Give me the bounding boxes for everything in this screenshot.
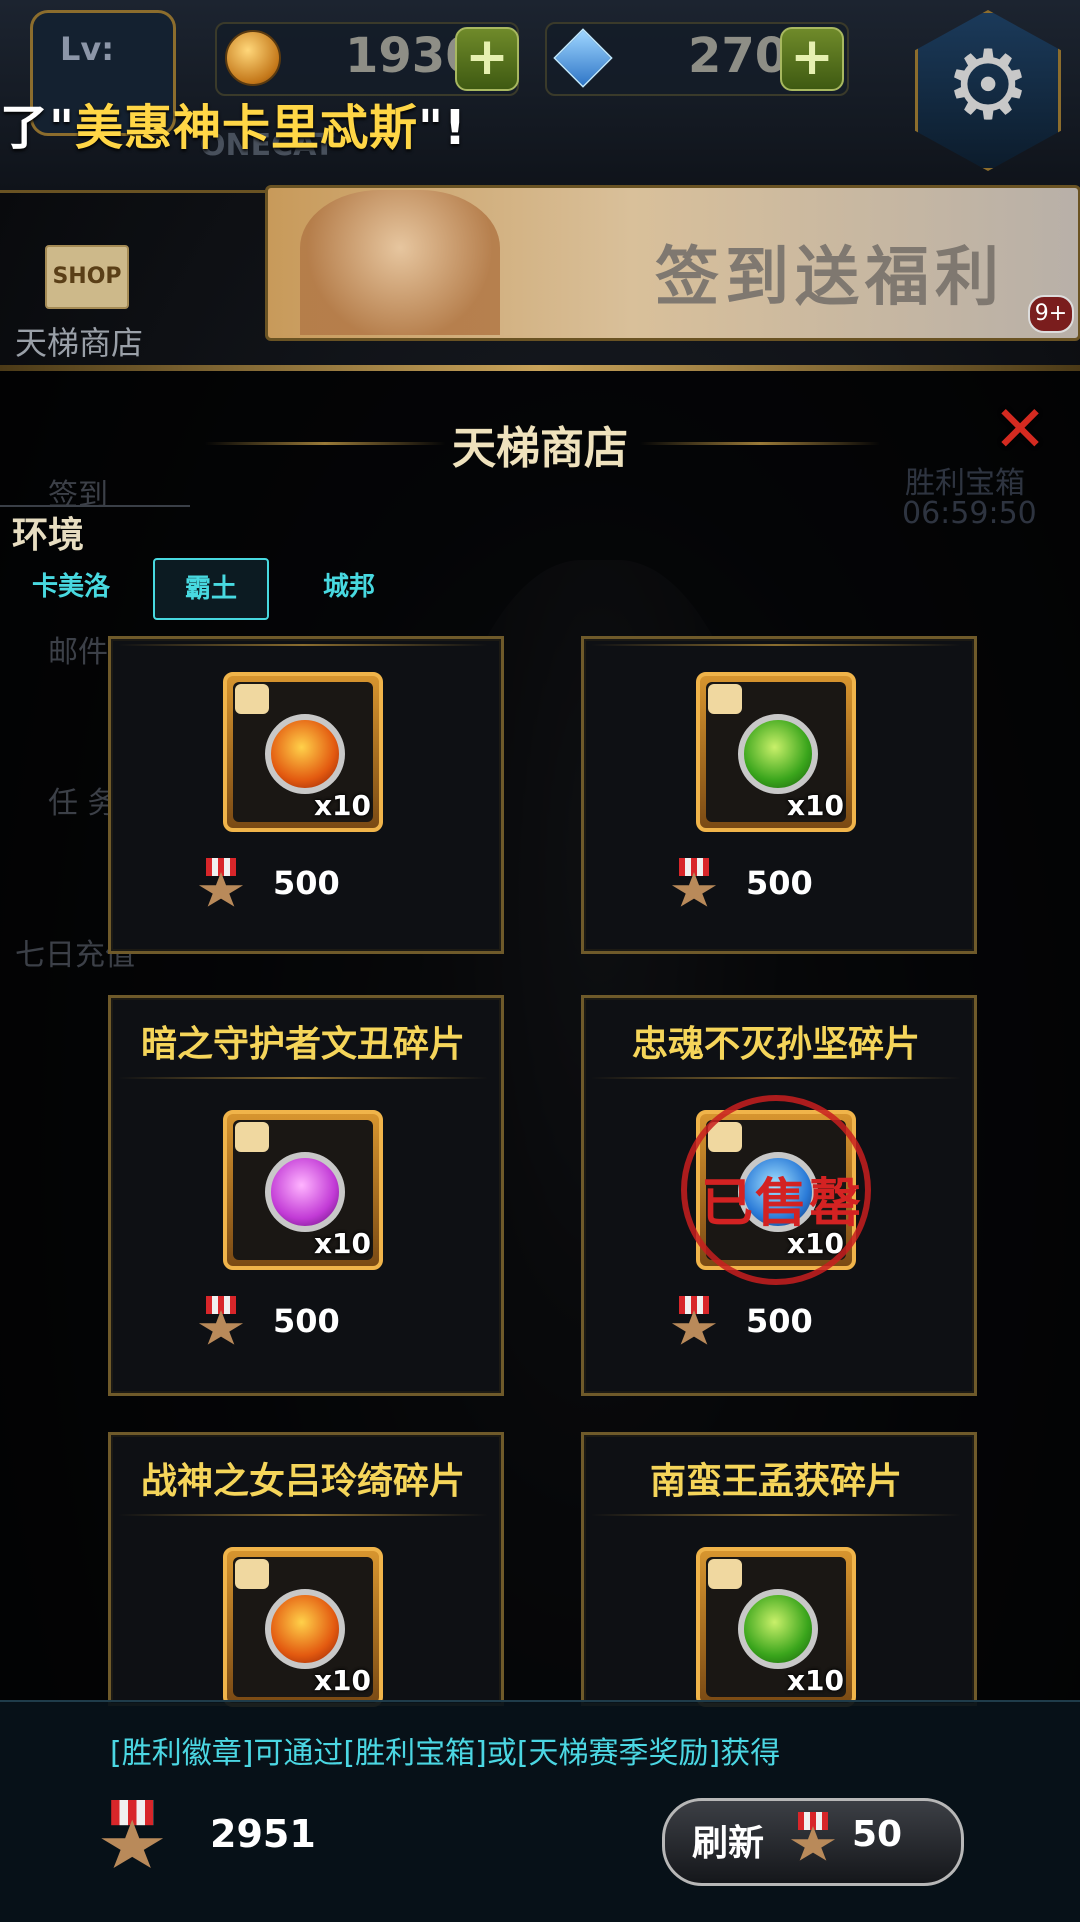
puzzle-piece-icon xyxy=(708,684,742,714)
item-name: 暗之守护者文丑碎片 xyxy=(140,1024,465,1065)
gear-icon: ⚙ xyxy=(945,29,1032,141)
puzzle-piece-icon xyxy=(235,684,269,714)
item-price: 500 xyxy=(746,864,813,902)
fire-element-icon xyxy=(265,714,345,794)
puzzle-piece-icon xyxy=(235,1122,269,1152)
item-quantity: x10 xyxy=(313,1664,371,1697)
item-quantity: x10 xyxy=(786,1664,844,1697)
puzzle-piece-icon xyxy=(235,1559,269,1589)
fire-element-icon xyxy=(265,1589,345,1669)
wood-element-icon xyxy=(738,714,818,794)
victory-medal-icon xyxy=(100,1800,164,1873)
close-icon[interactable]: ✕ xyxy=(990,398,1050,462)
tab-hegemony[interactable]: 霸土 xyxy=(153,558,269,620)
sold-out-stamp: 已售罄 xyxy=(681,1095,871,1285)
environment-label: 环境 xyxy=(12,515,85,556)
item-top-divider xyxy=(118,644,488,646)
hero-fragment-icon[interactable]: x10 xyxy=(223,1547,383,1707)
victory-medal-icon xyxy=(198,858,244,910)
item-quantity: x10 xyxy=(786,789,844,822)
item-name: 南蛮王孟获碎片 xyxy=(649,1461,902,1502)
victory-medal-icon xyxy=(671,1296,717,1348)
ladder-shop-label[interactable]: 天梯商店 xyxy=(15,318,143,364)
side-item-mail: 邮件 xyxy=(48,635,108,670)
hero-fragment-icon[interactable]: x10 xyxy=(223,1110,383,1270)
item-name-divider xyxy=(591,1077,961,1079)
coin-icon xyxy=(225,30,281,86)
add-gold-button[interactable]: + xyxy=(455,27,519,91)
currency-hint: [胜利徽章]可通过[胜利宝箱]或[天梯赛季奖励]获得 xyxy=(110,1736,781,1771)
tab-camelot[interactable]: 卡美洛 xyxy=(12,558,130,616)
add-gems-button[interactable]: + xyxy=(780,27,844,91)
item-name-divider xyxy=(118,1514,488,1516)
dark-element-icon xyxy=(265,1152,345,1232)
wood-element-icon xyxy=(738,1589,818,1669)
victory-medal-icon xyxy=(671,858,717,910)
refresh-cost: 50 xyxy=(852,1814,903,1855)
item-price: 500 xyxy=(273,1302,340,1340)
modal-top-frame xyxy=(0,365,1080,371)
sold-out-label: 已售罄 xyxy=(700,1174,863,1234)
shop-sign-icon[interactable]: SHOP xyxy=(45,245,129,309)
refresh-cost-icon xyxy=(790,1812,836,1864)
medal-balance: 2951 xyxy=(210,1812,316,1856)
hero-fragment-icon[interactable]: x10 xyxy=(696,672,856,832)
item-price: 500 xyxy=(273,864,340,902)
victory-medal-icon xyxy=(198,1296,244,1348)
level-label: Lv: xyxy=(60,30,115,68)
gem-amount: 270 xyxy=(688,28,789,84)
hero-fragment-icon[interactable]: x10 xyxy=(696,1547,856,1707)
hero-fragment-icon[interactable]: x10 xyxy=(223,672,383,832)
item-name: 忠魂不灭孙坚碎片 xyxy=(631,1024,920,1065)
banner-character xyxy=(300,190,500,335)
notice-suffix: "! xyxy=(418,100,467,156)
notice-highlight: 美惠神卡里忒斯 xyxy=(75,100,419,156)
banner-text: 签到送福利 xyxy=(655,241,1005,315)
refresh-label: 刷新 xyxy=(692,1823,765,1864)
puzzle-piece-icon xyxy=(708,1559,742,1589)
item-name-divider xyxy=(591,1514,961,1516)
notice-prefix: 了" xyxy=(0,100,76,156)
item-name: 战神之女吕玲绮碎片 xyxy=(140,1461,465,1502)
victory-chest-timer: 06:59:50 xyxy=(902,496,1037,531)
item-price: 500 xyxy=(746,1302,813,1340)
tab-city-state[interactable]: 城邦 xyxy=(290,558,408,616)
item-quantity: x10 xyxy=(313,1227,371,1260)
item-top-divider xyxy=(591,644,961,646)
item-quantity: x10 xyxy=(313,789,371,822)
broadcast-notice: 了"美惠神卡里忒斯"! xyxy=(0,88,467,158)
item-name-divider xyxy=(118,1077,488,1079)
notification-badge: 9+ xyxy=(1028,295,1074,333)
